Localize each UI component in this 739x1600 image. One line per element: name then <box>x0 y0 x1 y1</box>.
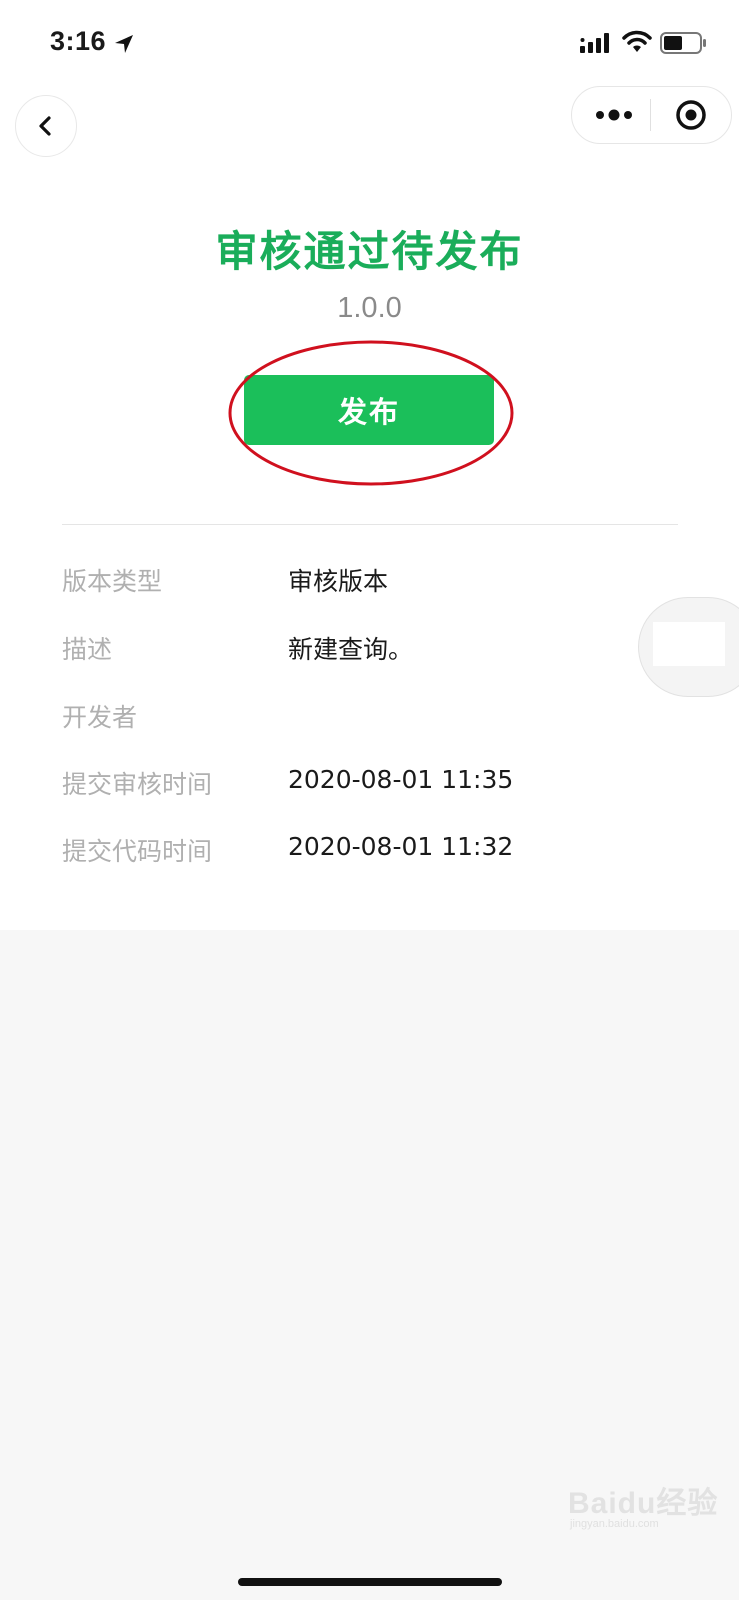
info-value: 新建查询。 <box>288 635 414 664</box>
info-label: 提交代码时间 <box>62 837 213 866</box>
info-row-developer: 开发者 <box>0 698 739 742</box>
review-status-title: 审核通过待发布 <box>215 227 524 276</box>
baidu-jingyan-watermark: Baidu经验 jingyan.baidu.com <box>568 1470 728 1530</box>
section-divider <box>62 524 678 525</box>
info-label: 版本类型 <box>62 567 163 596</box>
chevron-left-icon <box>39 116 51 136</box>
capsule-divider <box>650 99 651 131</box>
cellular-signal-icon <box>580 33 609 53</box>
info-label: 开发者 <box>62 703 138 732</box>
more-button[interactable] <box>584 97 644 133</box>
version-number: 1.0.0 <box>337 292 402 324</box>
wifi-icon <box>622 30 652 52</box>
info-row-submit-review-time: 提交审核时间 2020-08-01 11:35 <box>0 765 739 809</box>
watermark-brand: Baidu经验 <box>568 1487 719 1520</box>
info-row-version-type: 版本类型 审核版本 <box>0 562 739 606</box>
home-indicator[interactable] <box>238 1578 502 1586</box>
mini-program-capsule <box>571 86 732 144</box>
target-circle-icon <box>676 100 706 130</box>
watermark-url: jingyan.baidu.com <box>570 1518 659 1530</box>
location-arrow-icon <box>115 35 133 53</box>
info-row-submit-code-time: 提交代码时间 2020-08-01 11:32 <box>0 832 739 876</box>
floating-button-blank <box>653 622 725 666</box>
info-value: 2020-08-01 11:32 <box>288 832 514 861</box>
battery-icon <box>660 32 706 54</box>
status-bar: 3:16 <box>0 0 739 88</box>
info-label: 提交审核时间 <box>62 770 213 799</box>
info-value: 2020-08-01 11:35 <box>288 765 514 794</box>
status-time: 3:16 <box>50 26 107 56</box>
close-miniprogram-button[interactable] <box>660 95 722 135</box>
info-label: 描述 <box>62 635 113 664</box>
info-row-description: 描述 新建查询。 <box>0 630 739 674</box>
info-value: 审核版本 <box>288 567 389 596</box>
more-dots-icon <box>596 109 632 121</box>
floating-side-button[interactable] <box>638 597 739 697</box>
back-button[interactable] <box>15 95 77 157</box>
publish-button[interactable]: 发布 <box>244 375 494 445</box>
